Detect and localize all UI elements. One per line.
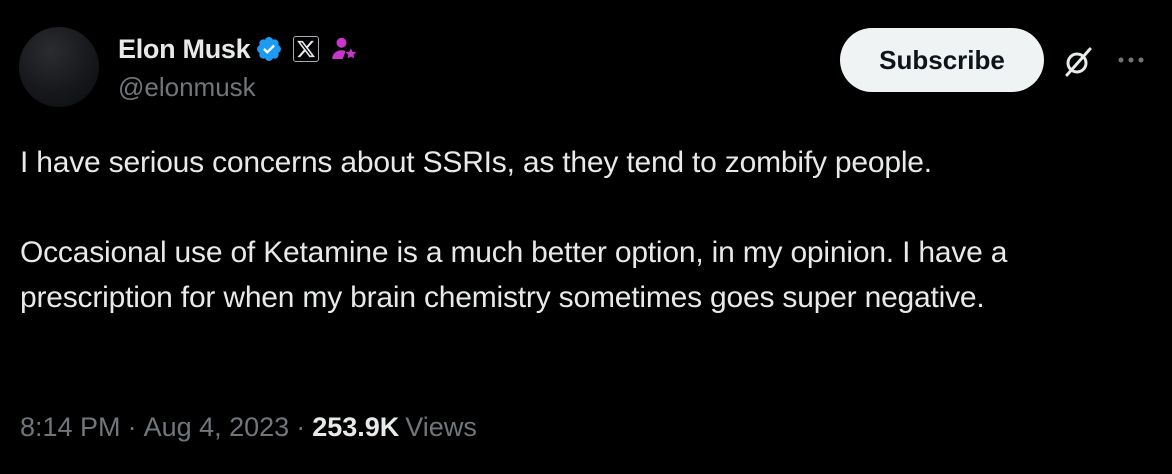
avatar[interactable] — [19, 27, 99, 107]
meta-separator: · — [296, 412, 306, 442]
author-handle[interactable]: @elonmusk — [118, 72, 256, 103]
tweet-time[interactable]: 8:14 PM — [20, 412, 121, 443]
author-name-row: Elon Musk — [118, 30, 359, 68]
views-label: Views — [405, 412, 477, 442]
person-star-icon[interactable] — [329, 34, 359, 64]
meta-separator: · — [127, 412, 137, 442]
verified-badge-icon[interactable] — [255, 35, 283, 63]
subscribe-button[interactable]: Subscribe — [840, 28, 1044, 92]
views-count[interactable]: 253.9K — [312, 412, 399, 443]
more-icon[interactable] — [1116, 50, 1146, 70]
grok-icon[interactable] — [1060, 44, 1096, 80]
tweet-paragraph: Occasional use of Ketamine is a much bet… — [20, 236, 1008, 314]
tweet-card: Elon Musk @elonmusk Subscribe I have ser… — [0, 0, 1172, 474]
x-logo-icon[interactable] — [293, 36, 320, 62]
tweet-text: I have serious concerns about SSRIs, as … — [20, 140, 1150, 320]
author-display-name[interactable]: Elon Musk — [118, 34, 251, 65]
tweet-meta: 8:14 PM · Aug 4, 2023 · 253.9K Views — [20, 412, 477, 443]
tweet-date[interactable]: Aug 4, 2023 — [144, 412, 290, 443]
tweet-paragraph: I have serious concerns about SSRIs, as … — [20, 146, 932, 179]
